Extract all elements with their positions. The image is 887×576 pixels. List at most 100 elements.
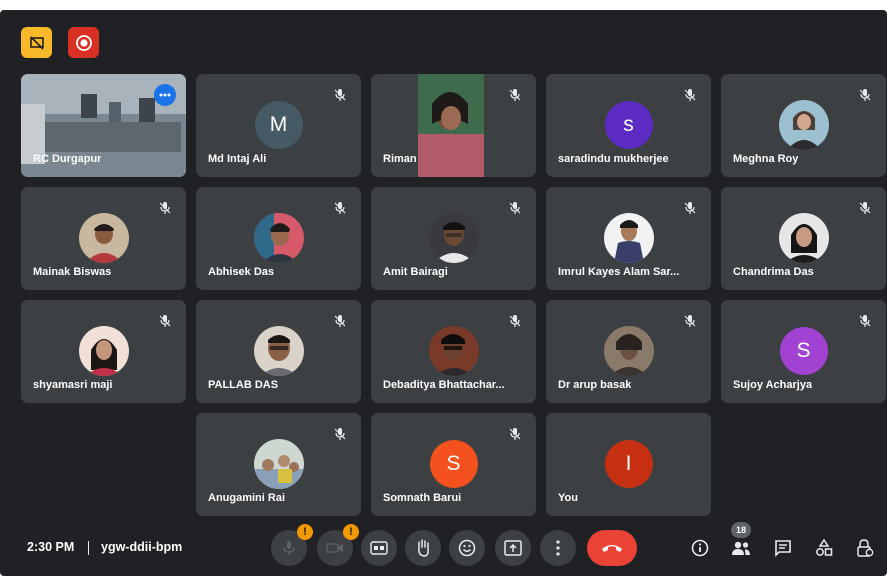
captions-icon	[370, 541, 388, 555]
present-screen-button[interactable]	[495, 530, 531, 566]
avatar-photo	[428, 213, 479, 263]
participant-name: Debaditya Bhattachar...	[383, 379, 505, 391]
mic-off-icon	[509, 202, 521, 214]
mic-off-icon	[684, 89, 696, 101]
participant-tile[interactable]: Riman	[371, 74, 536, 177]
captions-button[interactable]	[361, 530, 397, 566]
mic-off-icon	[334, 202, 346, 214]
participant-name: shyamasri maji	[33, 379, 113, 391]
dots-glyph	[159, 93, 171, 97]
avatar-photo	[253, 439, 304, 489]
record-icon[interactable]	[68, 27, 99, 58]
info-icon	[691, 539, 709, 557]
participant-tile[interactable]: Mainak Biswas	[21, 187, 186, 290]
avatar-initial: S	[446, 452, 461, 475]
camera-icon	[326, 543, 343, 553]
warning-badge: !	[297, 524, 313, 540]
mic-off-icon	[509, 89, 521, 101]
mic-off-icon	[509, 315, 521, 327]
participant-name: Chandrima Das	[733, 266, 814, 278]
raise-hand-icon	[418, 539, 429, 557]
avatar-photo	[603, 326, 654, 376]
participant-name: Abhisek Das	[208, 266, 275, 278]
end-call-icon	[602, 545, 622, 552]
mic-off-icon	[334, 428, 346, 440]
mic-off-icon	[684, 315, 696, 327]
people-button[interactable]: 18	[729, 522, 753, 560]
mic-off-icon	[334, 315, 346, 327]
microphone-button[interactable]: !	[271, 524, 313, 566]
participant-tile[interactable]: RC Durgapur	[21, 74, 186, 177]
avatar: I	[604, 440, 653, 488]
host-controls-button[interactable]	[853, 536, 877, 560]
participant-tile[interactable]: Abhisek Das	[196, 187, 361, 290]
participant-name: Dr arup basak	[558, 379, 632, 391]
participant-tile[interactable]: I You	[546, 413, 711, 516]
divider	[88, 541, 89, 555]
chat-button[interactable]	[771, 536, 795, 560]
more-options-icon	[556, 540, 560, 556]
participant-name: Mainak Biswas	[33, 266, 112, 278]
mic-off-icon	[684, 202, 696, 214]
end-call-button[interactable]	[587, 530, 637, 566]
mic-off-icon	[159, 315, 171, 327]
microphone-icon	[283, 541, 295, 555]
participant-name: PALLAB DAS	[208, 379, 279, 391]
raise-hand-button[interactable]	[405, 530, 441, 566]
avatar: s	[604, 101, 653, 149]
participant-tile[interactable]: s saradindu mukherjee	[546, 74, 711, 177]
participant-name: RC Durgapur	[33, 153, 102, 165]
participant-tile[interactable]: S Somnath Barui	[371, 413, 536, 516]
host-controls-icon	[857, 539, 874, 557]
avatar-initial: s	[623, 113, 634, 136]
info-button[interactable]	[688, 536, 712, 560]
meeting-time: 2:30 PM	[27, 540, 75, 554]
mic-off-icon	[859, 89, 871, 101]
meeting-controls-bar: 2:30 PM ygw-ddii-bpm ! ! 18	[0, 522, 887, 576]
mic-off-icon	[509, 428, 521, 440]
participant-tile[interactable]: Amit Bairagi	[371, 187, 536, 290]
avatar-photo	[253, 213, 304, 263]
avatar-initial: I	[625, 452, 632, 475]
camera-button[interactable]: !	[317, 524, 359, 566]
more-options-button[interactable]	[540, 530, 576, 566]
participant-name: You	[558, 492, 578, 504]
participant-name: Amit Bairagi	[383, 266, 448, 278]
avatar: M	[254, 101, 303, 149]
avatar-photo	[253, 326, 304, 376]
record-glyph	[75, 34, 92, 51]
avatar-photo	[778, 213, 829, 263]
participant-tile[interactable]: Dr arup basak	[546, 300, 711, 403]
avatar-photo	[78, 213, 129, 263]
participant-tile[interactable]: S Sujoy Acharjya	[721, 300, 886, 403]
participant-name: Somnath Barui	[383, 492, 462, 504]
mic-off-icon	[159, 202, 171, 214]
activities-button[interactable]	[812, 536, 836, 560]
avatar-photo	[603, 213, 654, 263]
emoji-icon	[458, 539, 476, 557]
participant-tile[interactable]: Meghna Roy	[721, 74, 886, 177]
meet-window: RC Durgapur M Md Intaj Ali Riman s sarad…	[0, 10, 887, 576]
people-icon	[732, 541, 750, 555]
video-feed	[418, 74, 484, 177]
activities-icon	[816, 539, 833, 556]
participant-name: Riman	[383, 153, 417, 165]
participant-name: Meghna Roy	[733, 153, 799, 165]
participant-tile[interactable]: Imrul Kayes Alam Sar...	[546, 187, 711, 290]
emoji-button[interactable]	[449, 530, 485, 566]
participant-tile[interactable]: Anugamini Rai	[196, 413, 361, 516]
participant-name: Anugamini Rai	[208, 492, 286, 504]
participant-tile[interactable]: Debaditya Bhattachar...	[371, 300, 536, 403]
avatar-photo	[78, 326, 129, 376]
presentation-off-icon[interactable]	[21, 27, 52, 58]
more-options-icon[interactable]	[154, 84, 176, 106]
present-screen-icon	[504, 540, 522, 556]
participant-tile[interactable]: Chandrima Das	[721, 187, 886, 290]
avatar-photo	[778, 100, 829, 150]
participant-name: Imrul Kayes Alam Sar...	[558, 266, 680, 278]
participant-tile[interactable]: shyamasri maji	[21, 300, 186, 403]
participant-name: Md Intaj Ali	[208, 153, 267, 165]
participant-tile[interactable]: M Md Intaj Ali	[196, 74, 361, 177]
participant-tile[interactable]: PALLAB DAS	[196, 300, 361, 403]
mic-off-icon	[334, 89, 346, 101]
